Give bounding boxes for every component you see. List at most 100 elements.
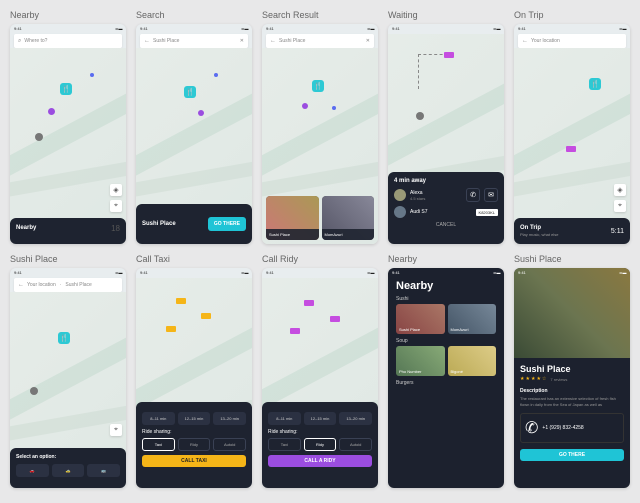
screen-title: Nearby (10, 10, 126, 20)
dark-bg: 9:41••• ▬ Nearby Sushi Sushi Place MomAz… (388, 268, 504, 488)
result-cards: Sushi Place MomAzuri (262, 192, 378, 244)
user-pin (30, 387, 38, 395)
ridy-icon (304, 300, 314, 306)
trip-sheet[interactable]: On Trip Play music, what else 5:11 (514, 218, 630, 244)
phone-frame: 9:41••• ▬ ←Sushi Place✕ 🍴 Sushi Place GO… (136, 24, 252, 244)
eta-chip[interactable]: 8–11 min (268, 412, 301, 425)
message-button[interactable]: ✉ (484, 188, 498, 202)
screen-title: Call Taxi (136, 254, 252, 264)
service-pill[interactable]: Ridy (178, 438, 211, 451)
category-heading: Soup (396, 338, 496, 344)
phone-frame: 9:41••• ▬ 8–11 min 12–15 min 13–20 min R… (136, 268, 252, 488)
back-icon[interactable]: ← (522, 38, 528, 44)
map[interactable]: 🍴 ◈ ⌖ (10, 48, 126, 244)
breadcrumb: ←Your location·Sushi Place (14, 278, 122, 292)
screen-on-trip: On Trip 9:41••• ▬ ←Your location 🍴 ◈ ⌖ O… (514, 10, 630, 244)
service-pill[interactable]: Autoid (339, 438, 372, 451)
service-pill[interactable]: Ridy (304, 438, 337, 451)
eta-chip[interactable]: 13–20 min (339, 412, 372, 425)
back-icon[interactable]: ← (144, 38, 150, 44)
screen-waiting: Waiting 9:41••• ▬ 4 min away Alexa 4.5 s… (388, 10, 504, 244)
screen-search-result: Search Result 9:41••• ▬ ←Sushi Place✕ 🍴 … (262, 10, 378, 244)
phone-frame: 9:41••• ▬ ⌕Where to? 🍴 ◈ ⌖ Nearby 18 (10, 24, 126, 244)
sheet-heading: Nearby (16, 225, 36, 231)
screen-nearby-list: Nearby 9:41••• ▬ Nearby Sushi Sushi Plac… (388, 254, 504, 488)
back-icon[interactable]: ← (18, 282, 24, 288)
phone-frame: 9:41••• ▬ Nearby Sushi Sushi Place MomAz… (388, 268, 504, 488)
clear-icon[interactable]: ✕ (366, 38, 370, 44)
search-input[interactable]: ←Sushi Place✕ (266, 34, 374, 48)
screen-title: Search (136, 10, 252, 20)
search-input[interactable]: ←Sushi Place✕ (140, 34, 248, 48)
dot (214, 73, 218, 77)
category-heading: Sushi (396, 296, 496, 302)
back-icon[interactable]: ← (270, 38, 276, 44)
phone-frame: 9:41••• ▬ Sushi Place ★★★★☆ 7 reviews De… (514, 268, 630, 488)
options-heading: Select an option: (16, 454, 120, 460)
location-bar[interactable]: ←Your location (518, 34, 626, 48)
locate-button[interactable]: ⌖ (110, 424, 122, 436)
eta-chip[interactable]: 12–15 min (178, 412, 211, 425)
poi-pin[interactable]: 🍴 (60, 83, 72, 95)
phone-number: +1 (929) 832-4258 (542, 425, 583, 431)
map[interactable]: 🍴 ◈ ⌖ (514, 48, 630, 244)
place-name: Sushi Place (520, 364, 624, 374)
place-card[interactable]: Sushi Place (396, 304, 445, 334)
go-there-button[interactable]: GO THERE (208, 217, 246, 231)
service-pill[interactable]: Autoid (213, 438, 246, 451)
service-pill[interactable]: Taxi (142, 438, 175, 451)
car-avatar (394, 206, 406, 218)
result-card[interactable]: Sushi Place (266, 196, 319, 240)
screen-nearby: Nearby 9:41••• ▬ ⌕Where to? 🍴 ◈ ⌖ Nearby… (10, 10, 126, 244)
locate-button[interactable]: ⌖ (110, 200, 122, 212)
service-pill[interactable]: Taxi (268, 438, 301, 451)
clear-icon[interactable]: ✕ (240, 38, 244, 44)
poi-dot[interactable] (48, 108, 55, 115)
screen-title: Waiting (388, 10, 504, 20)
layers-button[interactable]: ◈ (110, 184, 122, 196)
eta-chip[interactable]: 12–15 min (304, 412, 337, 425)
cancel-button[interactable]: CANCEL (394, 222, 498, 228)
taxi-sheet: 8–11 min 12–15 min 13–20 min Ride sharin… (136, 402, 252, 488)
poi-pin[interactable]: 🍴 (184, 86, 196, 98)
dest-pin: 🍴 (58, 332, 70, 344)
option-chip[interactable]: 🚌 (87, 464, 120, 477)
ridy-icon (330, 316, 340, 322)
trip-sub: Play music, what else (520, 232, 558, 237)
nearby-sheet[interactable]: Nearby 18 (10, 218, 126, 244)
eta-chip[interactable]: 13–20 min (213, 412, 246, 425)
phone-frame: 9:41••• ▬ 8–11 min 12–15 min 13–20 min R… (262, 268, 378, 488)
driver-sheet: 4 min away Alexa 4.5 stars ✆ ✉ Audi S7 K… (388, 172, 504, 244)
status-bar: 9:41••• ▬ (388, 24, 504, 32)
call-taxi-button[interactable]: CALL TAXI (142, 455, 246, 467)
go-there-button[interactable]: GO THERE (520, 449, 624, 461)
screen-title: Search Result (262, 10, 378, 20)
license-plate: K8203KL (476, 209, 498, 216)
poi-pin[interactable]: 🍴 (312, 80, 324, 92)
screen-call-ridy: Call Ridy 9:41••• ▬ 8–11 min 12–15 min 1… (262, 254, 378, 488)
locate-button[interactable]: ⌖ (614, 200, 626, 212)
option-chip[interactable]: 🚕 (52, 464, 85, 477)
search-input[interactable]: ⌕Where to? (14, 34, 122, 48)
result-card[interactable]: MomAzuri (322, 196, 375, 240)
place-card[interactable]: MomAzuri (448, 304, 497, 334)
trip-heading: On Trip (520, 225, 558, 231)
dot (198, 110, 204, 116)
eta: 4 min away (394, 178, 498, 184)
option-chip[interactable]: 🚗 (16, 464, 49, 477)
car-model: Audi S7 (410, 209, 472, 215)
phone-frame: 9:41••• ▬ 4 min away Alexa 4.5 stars ✆ ✉… (388, 24, 504, 244)
place-card[interactable]: Bigoné (448, 346, 497, 376)
screen-place-detail: Sushi Place 9:41••• ▬ Sushi Place ★★★★☆ … (514, 254, 630, 488)
phone-row[interactable]: ✆ +1 (929) 832-4258 (520, 413, 624, 443)
taxi-icon (201, 313, 211, 319)
eta-chip[interactable]: 8–11 min (142, 412, 175, 425)
layers-button[interactable]: ◈ (614, 184, 626, 196)
place-card[interactable]: Pho Number (396, 346, 445, 376)
dot (332, 106, 336, 110)
status-bar: 9:41••• ▬ (514, 268, 630, 276)
call-button[interactable]: ✆ (466, 188, 480, 202)
call-ridy-button[interactable]: CALL A RIDY (268, 455, 372, 467)
options-sheet: Select an option: 🚗 🚕 🚌 (10, 448, 126, 488)
route-line (418, 54, 448, 89)
